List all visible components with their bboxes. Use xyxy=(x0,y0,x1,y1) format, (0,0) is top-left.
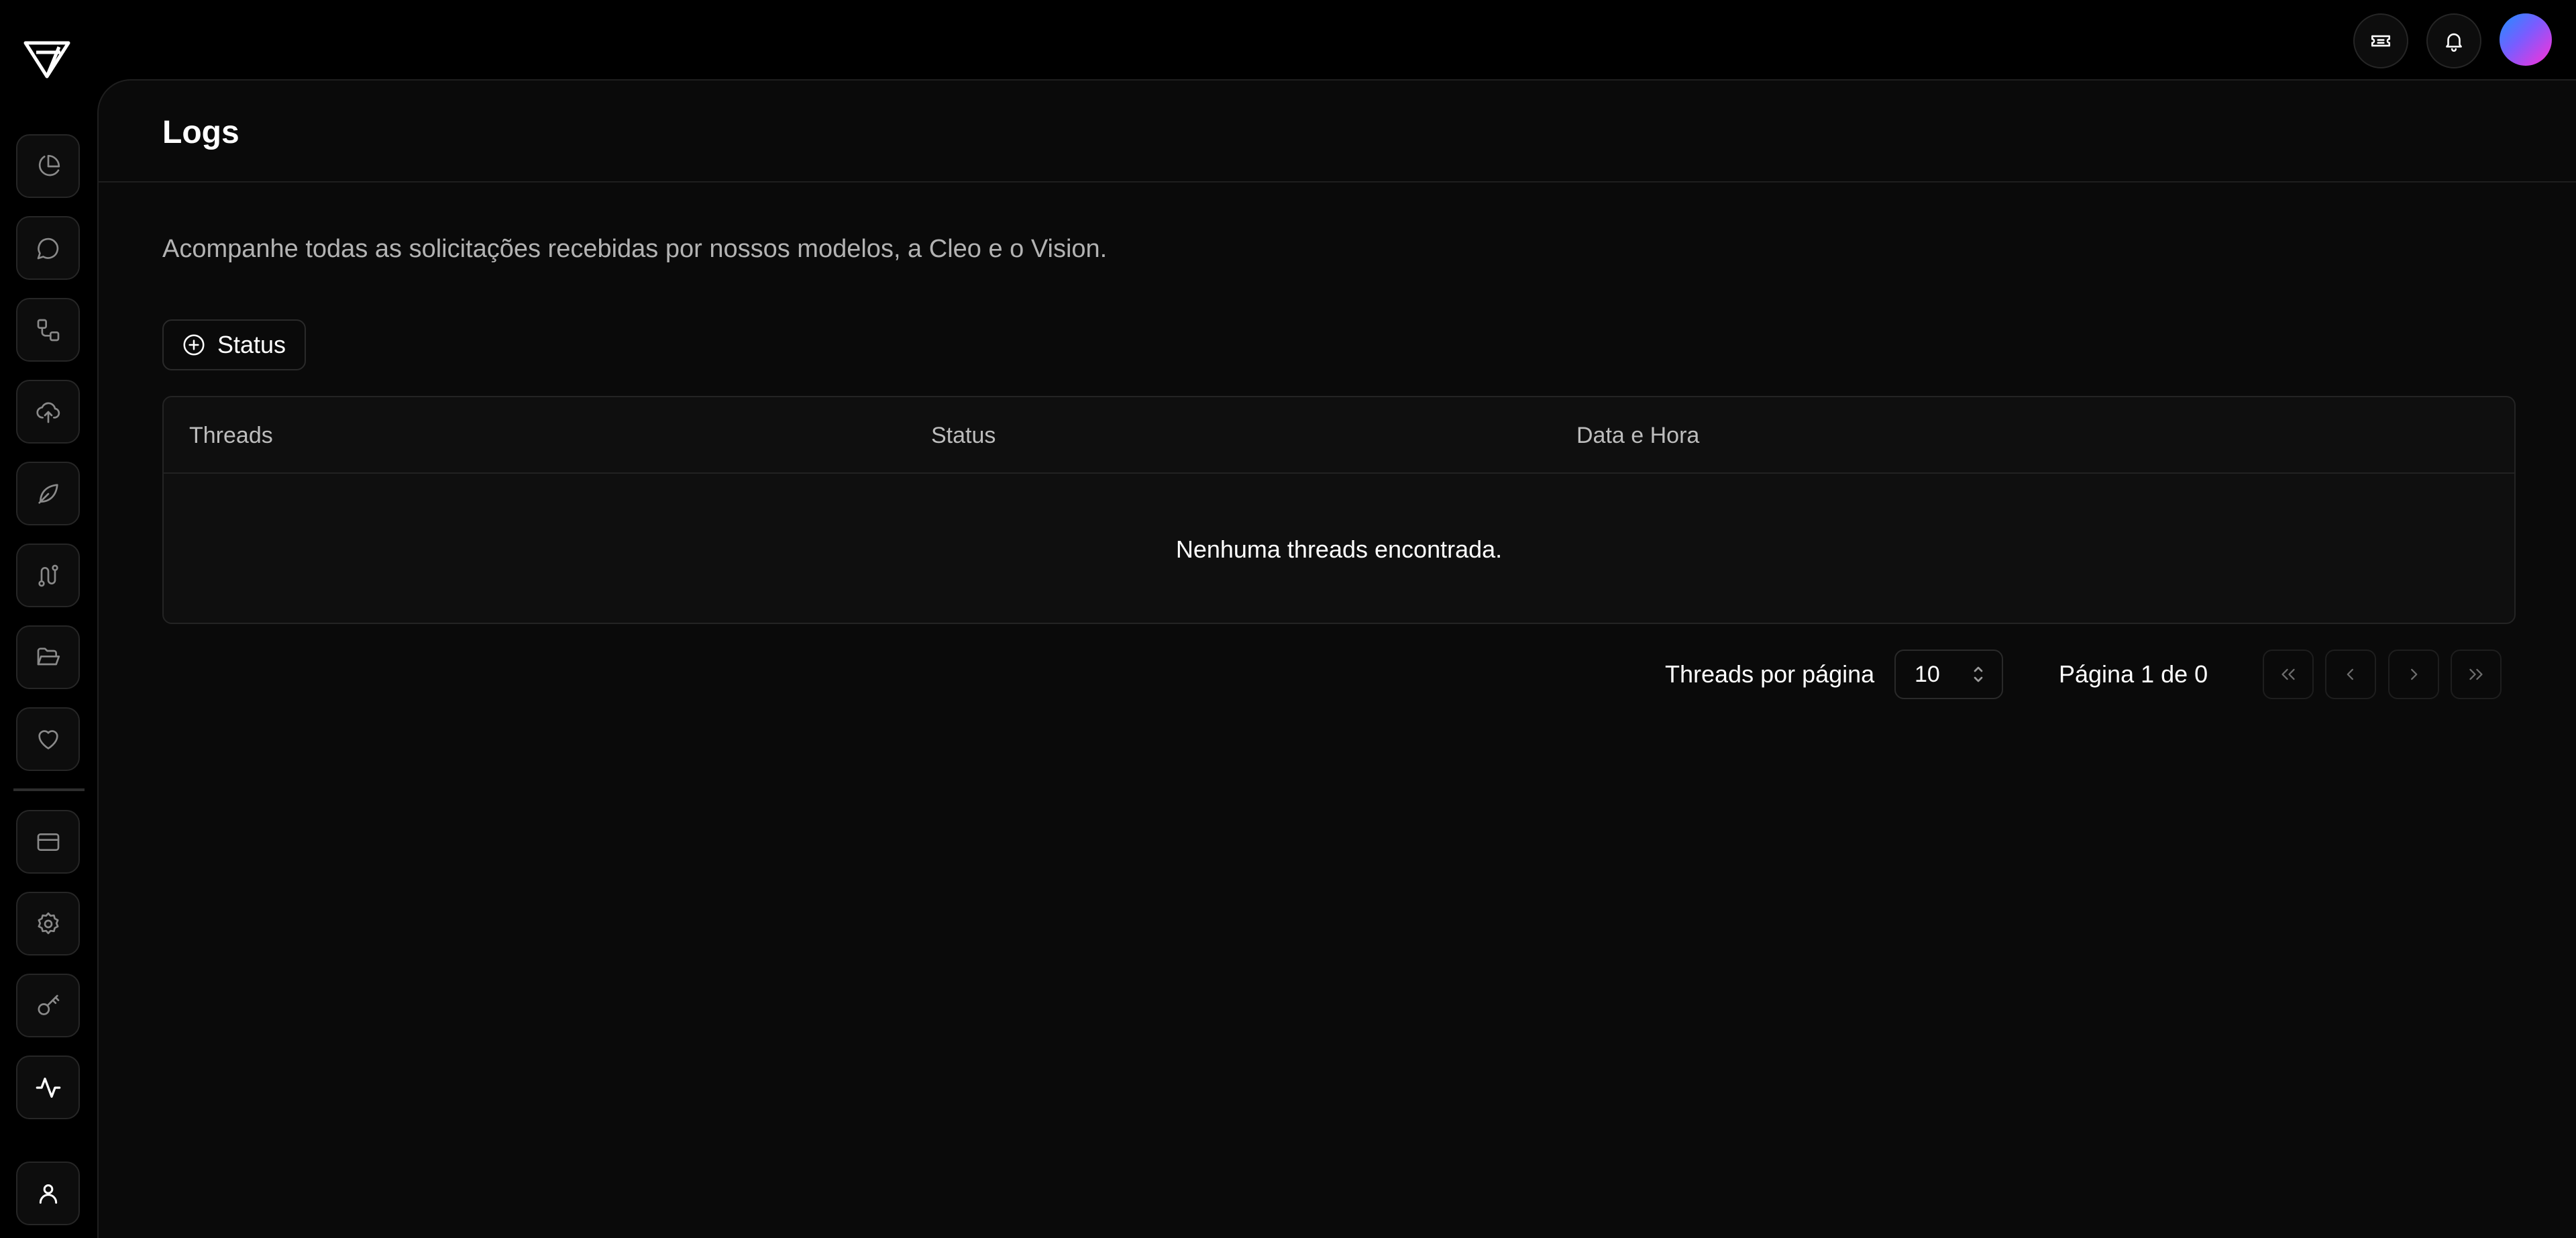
empty-state: Nenhuma threads encontrada. xyxy=(1175,535,1503,563)
rows-per-page-select[interactable]: 10 xyxy=(1894,650,2003,699)
workflow-icon xyxy=(37,319,59,341)
tickets-button[interactable] xyxy=(2353,13,2408,68)
cloud-upload-icon xyxy=(36,402,60,423)
sidebar-item-account[interactable] xyxy=(16,1162,80,1225)
chevron-up-down-icon xyxy=(1974,666,1983,682)
sidebar-item-dashboard[interactable] xyxy=(16,134,80,198)
chevrons-left-icon xyxy=(2282,668,2295,680)
first-page-button[interactable] xyxy=(2263,650,2314,699)
threads-table: Threads Status Data e Hora Nenhuma threa… xyxy=(162,396,2516,624)
sidebar-item-training[interactable] xyxy=(16,462,80,525)
table-header: Threads Status Data e Hora xyxy=(164,397,2514,474)
sidebar-item-billing[interactable] xyxy=(16,810,80,874)
column-header-status[interactable]: Status xyxy=(931,423,996,449)
app-logo[interactable] xyxy=(23,39,71,81)
sidebar-item-routes[interactable] xyxy=(16,544,80,607)
chevrons-right-icon xyxy=(2469,668,2483,680)
gear-icon xyxy=(38,912,58,934)
chat-bubble-icon xyxy=(37,238,58,259)
notifications-button[interactable] xyxy=(2426,13,2481,68)
page-header: Logs xyxy=(99,81,2576,183)
rows-per-page-value: 10 xyxy=(1915,661,1940,687)
column-header-threads[interactable]: Threads xyxy=(189,423,273,449)
key-icon xyxy=(37,994,59,1015)
chevron-right-icon xyxy=(2411,668,2418,680)
column-header-datetime[interactable]: Data e Hora xyxy=(1576,423,1699,449)
sidebar-item-settings[interactable] xyxy=(16,892,80,956)
last-page-button[interactable] xyxy=(2451,650,2502,699)
page-description: Acompanhe todas as solicitações recebida… xyxy=(162,235,1108,263)
chevron-left-icon xyxy=(2347,668,2353,680)
main-panel: Logs Acompanhe todas as solicitações rec… xyxy=(97,79,2576,1238)
user-avatar[interactable] xyxy=(2500,13,2552,66)
bell-icon xyxy=(2446,33,2462,52)
sidebar-item-files[interactable] xyxy=(16,625,80,689)
credit-card-icon xyxy=(37,833,59,851)
heart-icon xyxy=(38,729,58,750)
status-filter-button[interactable]: Status xyxy=(162,319,307,370)
leaf-icon xyxy=(38,483,58,504)
rows-per-page-label: Threads por página xyxy=(1665,660,1875,688)
sidebar-item-logs[interactable] xyxy=(16,1055,80,1119)
sidebar-item-api-keys[interactable] xyxy=(16,974,80,1037)
sidebar-item-chat[interactable] xyxy=(16,216,80,280)
sidebar-item-workflows[interactable] xyxy=(16,298,80,362)
page-title: Logs xyxy=(162,115,239,150)
pie-chart-icon xyxy=(38,154,60,176)
route-icon xyxy=(38,564,58,586)
folder-open-icon xyxy=(37,647,60,665)
activity-icon xyxy=(36,1077,60,1098)
previous-page-button[interactable] xyxy=(2325,650,2376,699)
sidebar-divider xyxy=(13,788,85,791)
user-icon xyxy=(39,1184,57,1204)
sidebar-item-favorites[interactable] xyxy=(16,707,80,771)
status-filter-label: Status xyxy=(217,331,286,358)
plus-circle-icon xyxy=(183,334,205,356)
next-page-button[interactable] xyxy=(2388,650,2439,699)
ticket-icon xyxy=(2371,35,2391,47)
sidebar xyxy=(0,0,97,1238)
sidebar-item-upload[interactable] xyxy=(16,380,80,444)
page-info: Página 1 de 0 xyxy=(2059,660,2208,688)
